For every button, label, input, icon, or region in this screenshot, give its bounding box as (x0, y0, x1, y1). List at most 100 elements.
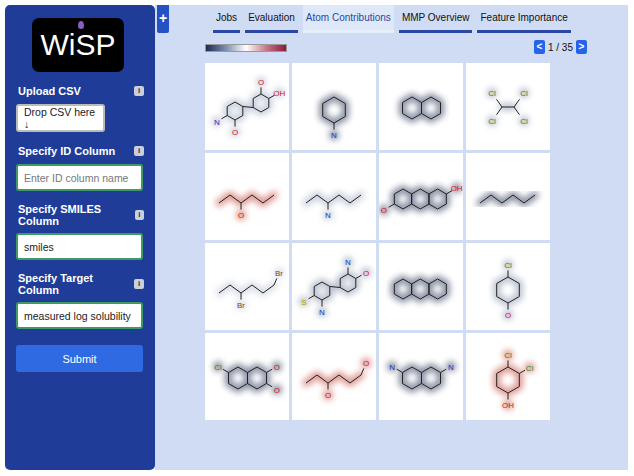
atom-label: O (232, 128, 238, 137)
input-box (16, 302, 143, 329)
label-text: Upload CSV (18, 85, 81, 97)
info-icon[interactable]: i (134, 146, 144, 156)
contribution-halo (487, 88, 529, 126)
molecule-drawing (466, 153, 550, 240)
contribution-halo (497, 260, 520, 320)
atom-label: OH (502, 401, 514, 410)
text-input[interactable] (24, 241, 135, 253)
atom-label: O (325, 391, 331, 400)
atom-label: O (238, 211, 244, 220)
info-icon[interactable]: i (135, 210, 144, 220)
molecule-drawing: OH Cl Cl (466, 333, 550, 420)
molecule-card[interactable]: Cl O O (205, 333, 289, 420)
molecule-card[interactable]: O (205, 153, 289, 240)
atom-label: Cl (214, 363, 222, 372)
atom-label: Cl (488, 117, 496, 126)
molecule-drawing: OO (292, 333, 376, 420)
molecule-card[interactable]: N (292, 63, 376, 150)
atom-label: O (274, 386, 280, 395)
atom-label: S (301, 298, 306, 307)
molecule-drawing: N (292, 63, 376, 150)
molecule-card[interactable]: O N O OH (205, 63, 289, 150)
molecule-card[interactable]: OO (292, 333, 376, 420)
molecule-card[interactable] (379, 243, 463, 330)
atom-label: OH (451, 184, 463, 193)
atom-label: Cl (504, 351, 512, 360)
next-page-button[interactable]: > (576, 40, 587, 54)
atom-label: N (331, 131, 337, 140)
expand-button[interactable]: + (157, 5, 169, 33)
molecule-drawing: O OH (379, 153, 463, 240)
sidebar: WiSPUpload CSViDrop CSV here ↓Specify ID… (5, 5, 155, 470)
molecule-drawing: NSNO (292, 243, 376, 330)
atom-label: Cl (504, 261, 512, 270)
molecule-card[interactable]: ClClClCl (466, 63, 550, 150)
atom-label: N (214, 118, 220, 127)
molecule-drawing: O (205, 153, 289, 240)
molecule-card[interactable]: N (292, 153, 376, 240)
contribution-halo (212, 77, 284, 137)
molecule-card[interactable] (466, 153, 550, 240)
text-input[interactable] (24, 172, 135, 184)
molecule-drawing: ClClClCl (466, 63, 550, 150)
molecule-card[interactable]: O OH (379, 153, 463, 240)
atom-label: N (389, 363, 395, 372)
atom-label: Cl (526, 364, 534, 373)
field-label: Specify ID Columni (16, 144, 144, 158)
text-input[interactable] (24, 310, 135, 322)
csv-dropzone[interactable]: Drop CSV here ↓ (16, 104, 105, 132)
submit-button[interactable]: Submit (16, 345, 143, 372)
contribution-halo (379, 183, 462, 215)
tab-bar: JobsEvaluationAtom ContributionsMMP Over… (205, 5, 587, 33)
tab[interactable]: Evaluation (245, 5, 298, 33)
label-text: Specify SMILES Column (18, 203, 135, 227)
input-box (16, 233, 143, 260)
molecule-card[interactable]: OCl (466, 243, 550, 330)
atom-label: O (381, 206, 387, 215)
tab[interactable]: Atom Contributions (303, 5, 394, 33)
info-icon[interactable]: i (134, 279, 144, 289)
atom-label: O (363, 359, 369, 368)
atom-label: O (363, 269, 369, 278)
molecule-drawing: NN (379, 333, 463, 420)
molecule-card[interactable]: NN (379, 333, 463, 420)
prev-page-button[interactable]: < (534, 40, 545, 54)
tab[interactable]: MMP Overview (399, 5, 473, 33)
molecule-card[interactable]: Br Br (205, 243, 289, 330)
atom-label: Cl (520, 117, 528, 126)
contribution-halo (323, 97, 346, 140)
contribution-halo (306, 195, 361, 220)
field-label: Upload CSV i (16, 84, 144, 98)
field-label: Specify Target Columni (16, 272, 144, 296)
tab[interactable]: Feature Importance (477, 5, 570, 33)
molecule-card[interactable]: OH Cl Cl (466, 333, 550, 420)
atom-label: Br (237, 301, 245, 310)
form-field: Specify ID Columni (16, 144, 144, 191)
atom-label: O (258, 78, 264, 87)
atom-label: OH (273, 89, 285, 98)
molecule-drawing (379, 63, 463, 150)
atom-label: N (319, 308, 325, 317)
field-label: Specify SMILES Columni (16, 203, 144, 227)
contribution-halo (213, 362, 282, 395)
molecule-card[interactable] (379, 63, 463, 150)
contribution-halo (219, 195, 274, 220)
atom-label: N (448, 363, 454, 372)
drop-icon (78, 21, 84, 29)
contribution-halo (306, 358, 371, 400)
colorbar-legend (205, 44, 287, 52)
form-field: Upload CSV i Drop CSV here ↓ (16, 84, 144, 132)
contribution-halo (497, 350, 535, 410)
info-icon[interactable]: i (134, 86, 144, 96)
molecule-card[interactable]: NSNO (292, 243, 376, 330)
form-field: Specify Target Columni (16, 272, 144, 329)
tab[interactable]: Jobs (213, 5, 240, 33)
atom-label: Br (275, 269, 283, 278)
contribution-halo (299, 257, 371, 317)
contribution-halo (387, 362, 456, 390)
main-panel: + JobsEvaluationAtom ContributionsMMP Ov… (155, 5, 628, 470)
atom-label: O (274, 363, 280, 372)
molecule-drawing (379, 243, 463, 330)
molecule-drawing: OCl (466, 243, 550, 330)
contribution-halo (403, 97, 441, 119)
